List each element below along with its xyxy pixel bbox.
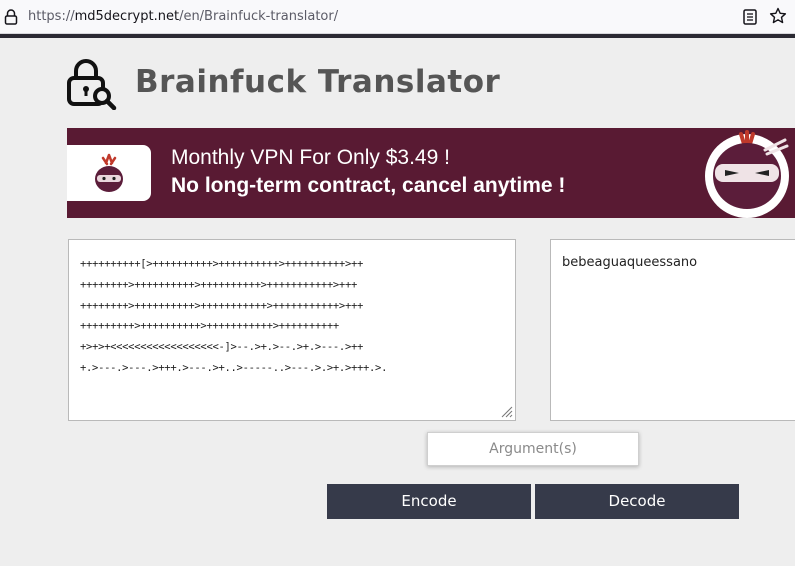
page-title: Brainfuck Translator bbox=[135, 64, 501, 100]
banner-logo-box bbox=[67, 145, 151, 201]
output-textarea[interactable]: bebeaguaqueessano bbox=[550, 239, 795, 421]
banner-headline: Monthly VPN For Only $3.49 ! bbox=[171, 146, 450, 169]
resize-grip-icon[interactable] bbox=[500, 405, 513, 418]
brainfuck-input-textarea[interactable]: ++++++++++[>++++++++++>++++++++++>++++++… bbox=[68, 239, 516, 421]
reader-view-icon[interactable] bbox=[742, 8, 758, 26]
input-text: ++++++++++[>++++++++++>++++++++++>++++++… bbox=[80, 258, 388, 374]
bookmark-star-icon[interactable] bbox=[769, 7, 787, 25]
lock-icon bbox=[4, 9, 18, 25]
lock-search-icon bbox=[67, 59, 117, 110]
decode-button[interactable]: Decode bbox=[535, 484, 739, 519]
browser-address-bar: https://md5decrypt.net/en/Brainfuck-tran… bbox=[0, 0, 795, 34]
toolbar-separator bbox=[0, 34, 795, 38]
beet-logo-icon bbox=[95, 153, 123, 192]
url-domain: md5decrypt.net bbox=[74, 9, 180, 24]
url-prefix: https:// bbox=[28, 9, 75, 24]
banner-subheadline: No long-term contract, cancel anytime ! bbox=[171, 174, 566, 197]
vpn-banner-ad[interactable]: Monthly VPN For Only $3.49 ! No long-ter… bbox=[67, 128, 795, 218]
url-path: /en/Brainfuck-translator/ bbox=[179, 9, 339, 24]
ninja-beet-mascot-icon bbox=[705, 130, 789, 218]
output-text: bebeaguaqueessano bbox=[562, 255, 698, 270]
encode-button[interactable]: Encode bbox=[327, 484, 531, 519]
url-field[interactable]: https://md5decrypt.net/en/Brainfuck-tran… bbox=[28, 9, 338, 24]
argument-input[interactable] bbox=[427, 432, 639, 466]
